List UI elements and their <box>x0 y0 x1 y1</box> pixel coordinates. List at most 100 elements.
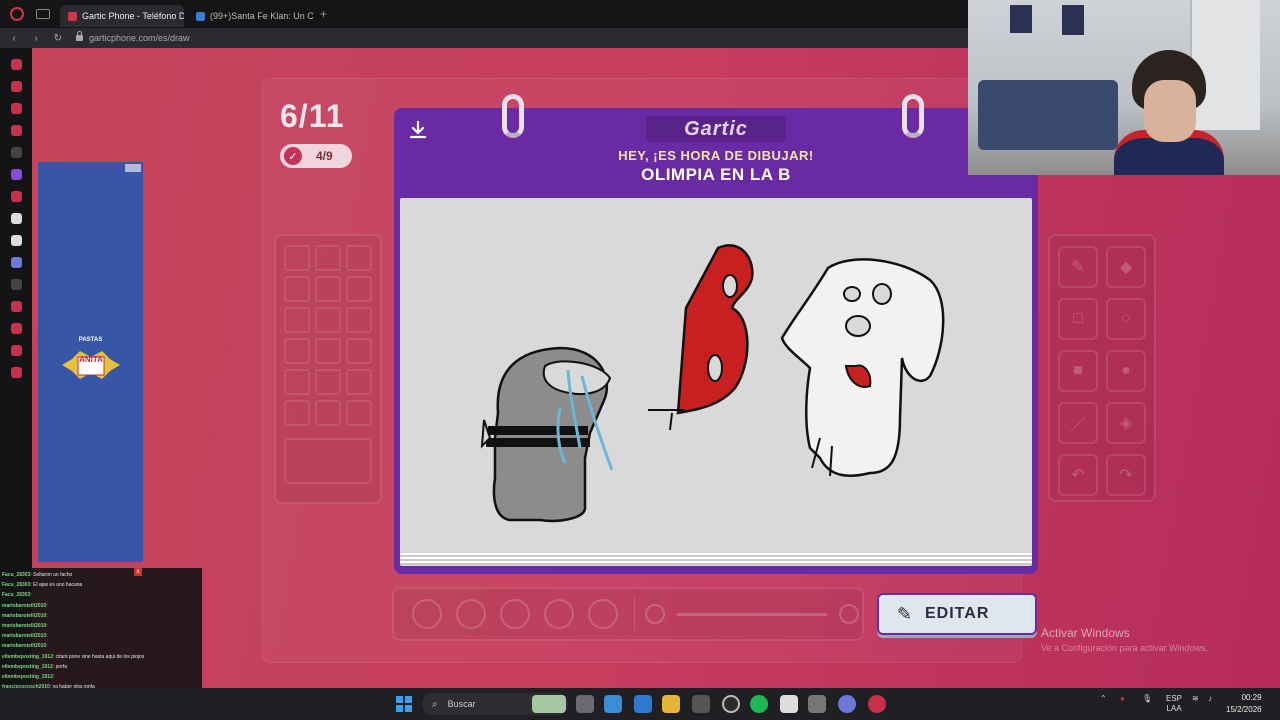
url-text[interactable]: garticphone.com/es/draw <box>89 33 190 43</box>
language-indicator[interactable]: ESP LAA <box>1166 694 1182 714</box>
copilot-icon[interactable] <box>604 695 622 713</box>
color-swatch[interactable] <box>315 369 341 395</box>
color-swatch[interactable] <box>346 245 372 271</box>
notepad-icon[interactable] <box>780 695 798 713</box>
chat-text: : El ajax es uno bacana <box>30 582 83 589</box>
sidebar-x-icon[interactable] <box>10 235 22 246</box>
rectangle-outline-tool-icon[interactable]: □ <box>1058 298 1098 340</box>
settings-icon[interactable] <box>808 695 826 713</box>
brush-size-option[interactable] <box>544 599 574 629</box>
rectangle-fill-tool-icon[interactable]: ■ <box>1058 350 1098 392</box>
undo-icon[interactable]: ↶ <box>1058 454 1098 496</box>
microphone-icon[interactable]: 🎙 <box>1142 694 1152 703</box>
brush-size-option[interactable] <box>500 599 530 629</box>
edit-button[interactable]: ✎ EDITAR <box>877 593 1037 635</box>
color-swatch[interactable] <box>346 338 372 364</box>
sidebar-clock-icon[interactable] <box>10 323 22 334</box>
spotify-icon[interactable] <box>750 695 768 713</box>
brush-size-option[interactable] <box>456 599 486 629</box>
sidebar-instagram-icon[interactable] <box>10 191 22 202</box>
sidebar-aria-icon[interactable] <box>10 59 22 70</box>
chat-close-icon[interactable]: x <box>134 568 142 576</box>
color-swatch[interactable] <box>284 369 310 395</box>
binder-ring-icon <box>902 94 924 138</box>
custom-color-picker[interactable] <box>284 438 372 484</box>
tab-youtube[interactable]: (99+)Santa Fe Klan: Un Ca <box>188 5 314 27</box>
color-swatch[interactable] <box>346 369 372 395</box>
windows-taskbar: ⌕ Buscar ⌃ ● 🎙 ESP LAA ≋ ♪ 00:29 15/2/20… <box>0 688 1280 720</box>
sidebar-history-icon[interactable] <box>10 301 22 312</box>
taskbar-clock[interactable]: 00:29 15/2/2026 <box>1226 692 1262 716</box>
wifi-icon[interactable]: ≋ <box>1192 694 1199 703</box>
color-swatch[interactable] <box>284 307 310 333</box>
eraser-tool-icon[interactable]: ◆ <box>1106 246 1146 288</box>
ad-close-icon[interactable] <box>125 164 141 172</box>
color-swatch[interactable] <box>346 307 372 333</box>
redo-icon[interactable]: ↷ <box>1106 454 1146 496</box>
opacity-slider[interactable] <box>677 612 827 616</box>
sidebar-messenger-icon[interactable] <box>10 81 22 92</box>
file-explorer-icon[interactable] <box>662 695 680 713</box>
binder-ring-icon <box>502 94 524 138</box>
ellipse-fill-tool-icon[interactable]: ● <box>1106 350 1146 392</box>
bucket-tool-icon[interactable]: ◈ <box>1106 402 1146 444</box>
ellipse-outline-tool-icon[interactable]: ○ <box>1106 298 1146 340</box>
color-swatch[interactable] <box>315 307 341 333</box>
drawing-canvas[interactable] <box>400 198 1032 566</box>
sidebar-tiktok-icon[interactable] <box>10 213 22 224</box>
color-swatch[interactable] <box>315 276 341 302</box>
color-swatch[interactable] <box>284 338 310 364</box>
download-icon[interactable] <box>408 120 428 140</box>
discord-icon[interactable] <box>838 695 856 713</box>
clock-time: 00:29 <box>1241 693 1262 702</box>
ad-banner[interactable]: PASTAS ANITA <box>38 162 143 562</box>
color-swatch[interactable] <box>315 245 341 271</box>
streamer-image <box>1114 50 1224 175</box>
sidebar-settings-icon[interactable] <box>10 367 22 378</box>
search-icon: ⌕ <box>432 698 438 710</box>
store-icon[interactable] <box>692 695 710 713</box>
tab-overview-icon[interactable] <box>36 9 50 19</box>
color-swatch[interactable] <box>315 338 341 364</box>
new-tab-icon[interactable]: + <box>320 7 327 21</box>
line-tool-icon[interactable]: ／ <box>1058 402 1098 444</box>
color-swatch[interactable] <box>284 245 310 271</box>
sidebar-extensions-icon[interactable] <box>10 345 22 356</box>
brush-size-option[interactable] <box>588 599 618 629</box>
taskbar-widget-icon[interactable] <box>532 695 566 713</box>
volume-icon[interactable]: ♪ <box>1208 694 1212 703</box>
ad-brand-name: ANITA <box>79 355 103 364</box>
brush-size-controls <box>392 587 864 641</box>
tab-label: (99+)Santa Fe Klan: Un Ca <box>210 11 314 21</box>
sidebar-player-icon[interactable] <box>10 125 22 136</box>
back-icon[interactable]: ‹ <box>6 33 22 44</box>
sidebar-twitch-icon[interactable] <box>10 169 22 180</box>
opacity-slider-handle[interactable] <box>839 604 859 624</box>
obs-icon[interactable] <box>722 695 740 713</box>
opera-gx-icon[interactable] <box>868 695 886 713</box>
tab-gartic[interactable]: Gartic Phone - Teléfono D <box>60 5 184 27</box>
windows-start-icon[interactable] <box>396 696 412 712</box>
chat-message: Facu_28303: <box>2 590 200 600</box>
pencil-tool-icon[interactable]: ✎ <box>1058 246 1098 288</box>
color-swatch[interactable] <box>284 400 310 426</box>
browser-logo-icon[interactable] <box>10 7 24 21</box>
brush-size-option[interactable] <box>412 599 442 629</box>
chat-text: : porfa <box>52 663 68 670</box>
task-view-icon[interactable] <box>576 695 594 713</box>
sidebar-wallet-icon[interactable] <box>10 103 22 114</box>
color-swatch[interactable] <box>346 400 372 426</box>
edge-icon[interactable] <box>634 695 652 713</box>
sidebar-discord-icon[interactable] <box>10 257 22 268</box>
reload-icon[interactable]: ↻ <box>50 33 66 44</box>
drawing-sketch <box>480 244 945 523</box>
players-done-count: 4/9 <box>316 149 333 163</box>
color-swatch[interactable] <box>315 400 341 426</box>
tray-chevron-icon[interactable]: ⌃ <box>1100 694 1107 703</box>
tray-app-icon[interactable]: ● <box>1120 694 1125 703</box>
forward-icon[interactable]: › <box>28 33 44 44</box>
color-swatch[interactable] <box>284 276 310 302</box>
chat-text: : <box>46 623 48 630</box>
color-swatch[interactable] <box>346 276 372 302</box>
prompt-heading: HEY, ¡ES HORA DE DIBUJAR! <box>618 148 814 163</box>
